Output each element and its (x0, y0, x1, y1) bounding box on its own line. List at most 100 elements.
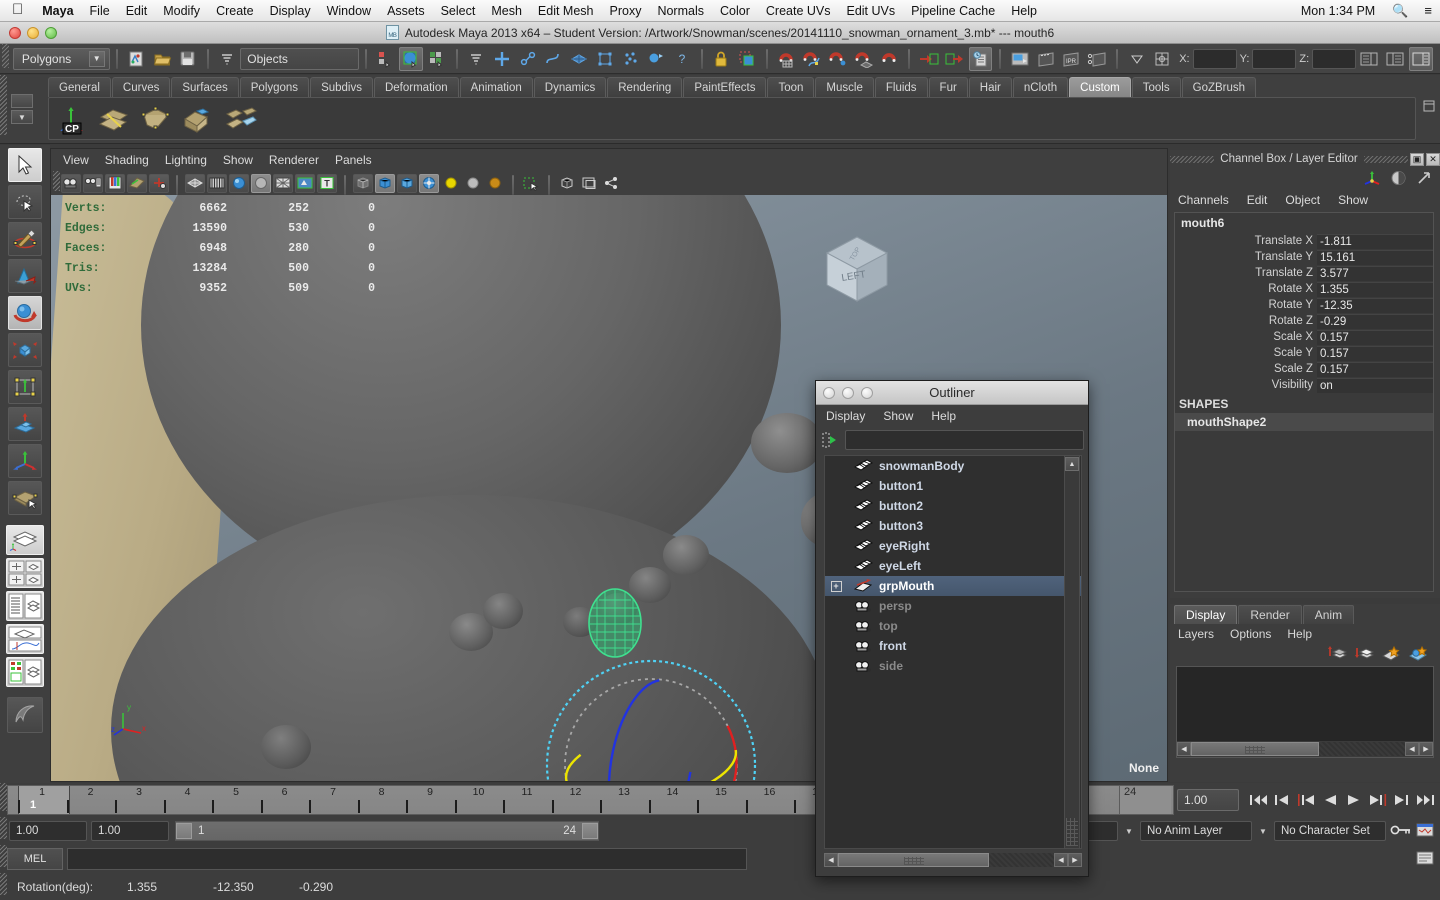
light-grey-icon[interactable] (463, 174, 483, 193)
layout-four-view-button[interactable] (6, 558, 44, 588)
xray-joints-icon[interactable] (557, 174, 577, 193)
view-cube[interactable]: LEFT TOP (815, 227, 899, 311)
outliner-item-button3[interactable]: button3 (825, 516, 1081, 536)
construction-history-button[interactable] (968, 46, 993, 71)
shelf-tab-fur[interactable]: Fur (928, 77, 968, 97)
mouth-piece[interactable] (663, 535, 709, 575)
select-by-component-type-button[interactable] (425, 47, 449, 71)
shelf-tab-menu-button[interactable] (11, 94, 33, 108)
os-menu-item-proxy[interactable]: Proxy (602, 4, 650, 18)
ambient-occlusion-icon[interactable] (397, 173, 417, 193)
move-tool-button[interactable] (8, 259, 42, 293)
input-connections-button[interactable] (917, 47, 941, 71)
channel-value[interactable]: 0.157 (1317, 329, 1433, 345)
layer-tab-render[interactable]: Render (1238, 605, 1302, 624)
shelf-tab-muscle[interactable]: Muscle (815, 77, 874, 97)
channel-value[interactable]: -1.811 (1317, 233, 1433, 249)
os-menu-item-display[interactable]: Display (262, 4, 319, 18)
step-forward-frame-icon[interactable] (1367, 790, 1389, 810)
shelf-tab-rendering[interactable]: Rendering (607, 77, 683, 97)
outliner-menu-display[interactable]: Display (826, 409, 865, 423)
show-tool-settings-button[interactable] (1383, 47, 1407, 71)
save-scene-button[interactable] (176, 47, 200, 71)
channel-box-menu-channels[interactable]: Channels (1178, 193, 1229, 207)
y-input[interactable] (1252, 48, 1297, 69)
undock-panel-button[interactable]: ▣ (1410, 152, 1425, 166)
os-menu-item-modify[interactable]: Modify (155, 4, 208, 18)
shelf-tab-painteffects[interactable]: PaintEffects (683, 77, 767, 97)
shelf-tab-tools[interactable]: Tools (1131, 77, 1181, 97)
shelf-tab-gozbrush[interactable]: GoZBrush (1181, 77, 1257, 97)
soft-modification-tool-button[interactable] (8, 407, 42, 441)
outliner-item-button2[interactable]: button2 (825, 496, 1081, 516)
shelf-tab-surfaces[interactable]: Surfaces (171, 77, 239, 97)
menuset-dropdown[interactable]: Polygons ▼ (12, 47, 110, 70)
os-menu-item-pipeline-cache[interactable]: Pipeline Cache (903, 4, 1003, 18)
os-menu-item-select[interactable]: Select (433, 4, 484, 18)
play-backwards-icon[interactable] (1319, 790, 1341, 810)
range-left-handle[interactable] (176, 823, 192, 839)
shelf-button-extrude[interactable] (181, 103, 215, 135)
select-by-object-type-button[interactable] (399, 46, 423, 71)
select-by-hierarchy-button[interactable] (374, 47, 398, 71)
go-to-end-icon[interactable] (1415, 790, 1437, 810)
texture-display-icon[interactable] (295, 173, 315, 193)
viewport-menu-show[interactable]: Show (223, 153, 253, 167)
move-layer-down-icon[interactable] (1354, 645, 1375, 664)
shelf-tab-hair[interactable]: Hair (968, 77, 1012, 97)
channel-box-menu-object[interactable]: Object (1285, 193, 1320, 207)
channel-value[interactable]: 1.355 (1317, 281, 1433, 297)
viewport-menu-renderer[interactable]: Renderer (269, 153, 319, 167)
scroll-left-arrow-icon[interactable]: ◀ (824, 853, 838, 867)
manipulator-toggle-icon[interactable] (1363, 170, 1381, 189)
shelf-tab-general[interactable]: General (48, 77, 111, 97)
lasso-tool-button[interactable] (8, 185, 42, 219)
snap-to-grids-button[interactable] (775, 47, 799, 71)
shelf-button-bevel[interactable] (223, 103, 257, 135)
step-forward-key-icon[interactable] (1391, 790, 1413, 810)
layer-menu-layers[interactable]: Layers (1178, 627, 1214, 641)
os-menu-item-create[interactable]: Create (208, 4, 262, 18)
channel-box-menu-edit[interactable]: Edit (1247, 193, 1268, 207)
outliner-item-side[interactable]: side (825, 656, 1081, 676)
viewport-menu-view[interactable]: View (63, 153, 89, 167)
outliner-window[interactable]: Outliner Display Show Help snowmanBody b… (815, 380, 1089, 877)
layout-outliner-persp-button[interactable] (6, 591, 44, 621)
os-menu-item-color[interactable]: Color (712, 4, 758, 18)
channel-value[interactable]: 0.157 (1317, 345, 1433, 361)
channel-value[interactable]: on (1317, 377, 1433, 393)
mask-rendering-button[interactable] (644, 47, 668, 71)
shelf-overflow-icon[interactable] (1422, 99, 1436, 116)
render-current-frame-button[interactable] (1008, 47, 1032, 71)
channel-box-shape-name[interactable]: mouthShape2 (1175, 413, 1433, 431)
channel-value[interactable]: 15.161 (1317, 249, 1433, 265)
chevron-down-icon[interactable] (1125, 47, 1149, 71)
mask-help-button[interactable]: ? (670, 47, 694, 71)
mask-handles-button[interactable] (490, 47, 514, 71)
wireframe-shading-icon[interactable] (185, 173, 205, 193)
new-layer-from-selected-icon[interactable] (1408, 645, 1428, 664)
layer-list-scrollbar[interactable]: ◀ ◀ ▶ (1177, 741, 1433, 757)
render-settings-button[interactable] (1085, 47, 1109, 71)
mask-dynamics-button[interactable] (619, 47, 643, 71)
scroll-right-step-icon[interactable]: ▶ (1068, 853, 1082, 867)
ipr-refresh-button[interactable]: IPR (1060, 47, 1084, 71)
timeline-end-field[interactable]: 24 (1119, 786, 1171, 814)
panel-grip[interactable] (1363, 155, 1409, 163)
command-language-button[interactable]: MEL (7, 848, 63, 870)
scroll-left-step-icon[interactable]: ◀ (1405, 742, 1419, 756)
outliner-menu-show[interactable]: Show (883, 409, 913, 423)
layout-single-perspective-button[interactable] (6, 525, 44, 555)
outliner-filter-icon[interactable] (820, 430, 840, 450)
scroll-track[interactable] (838, 853, 1054, 867)
component-mask-menu-icon[interactable] (465, 47, 489, 71)
channel-value[interactable]: 3.577 (1317, 265, 1433, 281)
shelf-tab-subdivs[interactable]: Subdivs (310, 77, 373, 97)
outliner-item-button1[interactable]: button1 (825, 476, 1081, 496)
shelf-tab-dynamics[interactable]: Dynamics (533, 77, 607, 97)
resolution-gate-icon[interactable] (149, 173, 169, 193)
expand-panel-icon[interactable] (1416, 170, 1432, 189)
shelf-tab-animation[interactable]: Animation (459, 77, 533, 97)
camera-attributes-icon[interactable] (83, 173, 103, 193)
select-camera-icon[interactable] (61, 173, 81, 193)
